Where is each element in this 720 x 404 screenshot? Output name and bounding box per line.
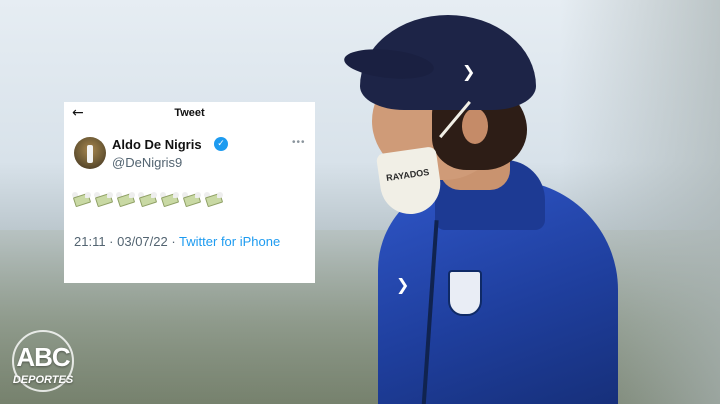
tweet-meta: 21:11 · 03/07/22 · Twitter for iPhone (74, 232, 304, 251)
money-with-wings-icon (72, 192, 92, 208)
ear (462, 108, 488, 144)
money-with-wings-icon (116, 192, 136, 208)
money-with-wings-icon (160, 192, 180, 208)
money-with-wings-icon (204, 192, 224, 208)
puma-logo-icon: ❯ (396, 275, 410, 294)
avatar[interactable] (74, 137, 106, 169)
coach-photo: ❯ ❯ RAYADOS (340, 10, 640, 404)
user-name[interactable]: Aldo De Nigris (112, 137, 202, 152)
more-options-icon[interactable]: ••• (292, 137, 306, 148)
logo-brand: ABC (16, 342, 70, 372)
tweet-timestamp[interactable]: 21:11 · 03/07/22 · (74, 234, 179, 249)
abc-deportes-logo: ABC DEPORTES (4, 330, 82, 396)
cap-logo-icon: ❯ (462, 62, 476, 81)
money-with-wings-icon (138, 192, 158, 208)
logo-sub: DEPORTES (12, 374, 74, 386)
tweet-heading: Tweet (174, 107, 205, 119)
avatar-figure (87, 145, 93, 163)
club-crest-icon (448, 270, 482, 316)
tweet-content-emojis (72, 192, 224, 210)
tweet-source[interactable]: Twitter for iPhone (179, 234, 280, 249)
tweet-card: ← Tweet Aldo De Nigris ✓ @DeNigris9 ••• … (64, 102, 315, 283)
verified-badge-icon: ✓ (214, 137, 228, 151)
tweet-topbar: ← Tweet (64, 102, 315, 126)
money-with-wings-icon (182, 192, 202, 208)
money-with-wings-icon (94, 192, 114, 208)
user-handle[interactable]: @DeNigris9 (112, 155, 182, 170)
photo-scene: ❯ ❯ RAYADOS ← Tweet Aldo De Nigris ✓ @De… (0, 0, 720, 404)
